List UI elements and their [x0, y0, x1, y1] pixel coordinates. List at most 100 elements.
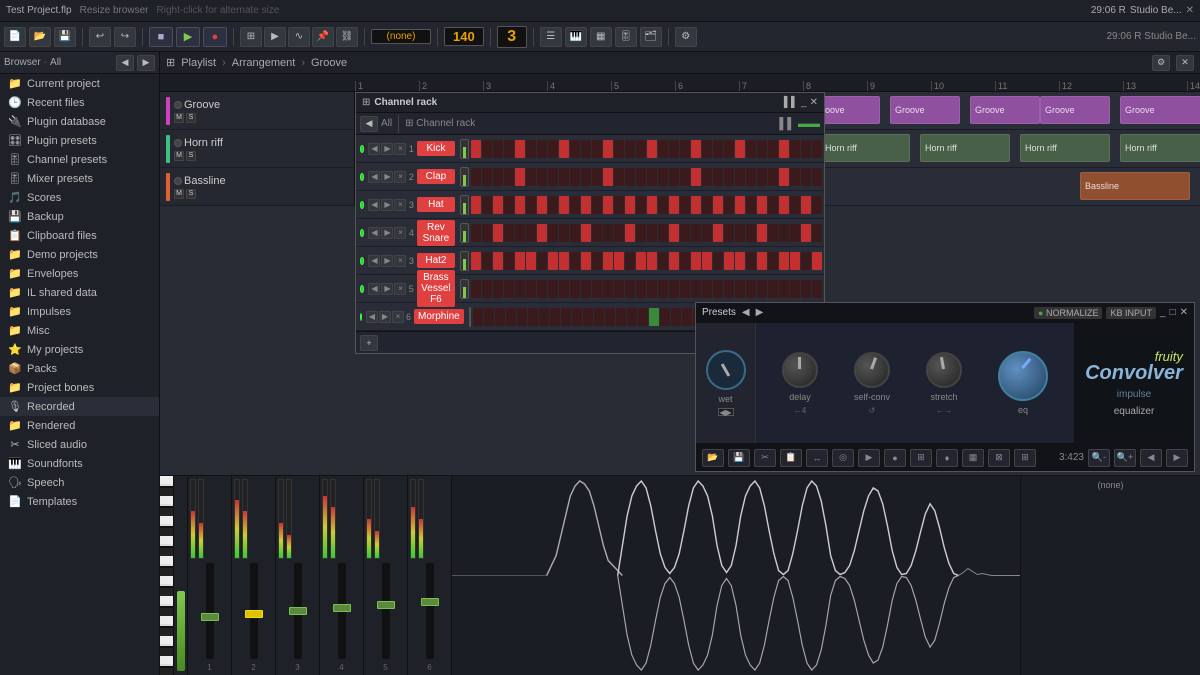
conv-save[interactable]: 💾	[728, 449, 750, 467]
cr-pad[interactable]	[504, 140, 514, 158]
cr-pad[interactable]	[594, 308, 604, 326]
conv-scroll-l[interactable]: ◀	[1140, 449, 1162, 467]
conv-max[interactable]: □	[1170, 307, 1176, 318]
cr-pad[interactable]	[768, 224, 778, 242]
conv-zoom-out[interactable]: 🔍-	[1088, 449, 1110, 467]
tempo-display[interactable]: 140	[444, 27, 484, 46]
cr-btn2[interactable]: ▶	[381, 143, 393, 155]
cr-pad[interactable]	[790, 280, 800, 298]
conv-left-control[interactable]: ◀▶	[718, 408, 734, 416]
sidebar-item-channel-presets[interactable]: 🎚 Channel presets	[0, 150, 159, 169]
cr-pad[interactable]	[746, 252, 756, 270]
time-sig-display[interactable]: 3	[497, 26, 527, 48]
undo-button[interactable]: ↩	[89, 27, 111, 47]
sidebar-item-recorded[interactable]: 🎙 Recorded	[0, 397, 159, 416]
cr-pad[interactable]	[603, 252, 613, 270]
cr-pad[interactable]	[570, 196, 580, 214]
sidebar-item-templates[interactable]: 📄 Templates	[0, 492, 159, 511]
cr-pad[interactable]	[735, 196, 745, 214]
cr-pad[interactable]	[570, 280, 580, 298]
cr-pad[interactable]	[526, 252, 536, 270]
cr-pad[interactable]	[801, 252, 811, 270]
cr-pad[interactable]	[603, 224, 613, 242]
conv-wet-knob[interactable]	[706, 350, 746, 390]
cr-led[interactable]	[360, 285, 364, 293]
cr-pad[interactable]	[482, 140, 492, 158]
cr-pad[interactable]	[482, 252, 492, 270]
cr-pad[interactable]	[636, 140, 646, 158]
cr-pad[interactable]	[682, 308, 692, 326]
sidebar-item-rendered[interactable]: 📁 Rendered	[0, 416, 159, 435]
cr-pad[interactable]	[735, 280, 745, 298]
cr-pad[interactable]	[504, 168, 514, 186]
cr-pad[interactable]	[801, 280, 811, 298]
cr-pad[interactable]	[746, 168, 756, 186]
cr-pad[interactable]	[539, 308, 549, 326]
cr-pad[interactable]	[625, 168, 635, 186]
cr-pad[interactable]	[779, 196, 789, 214]
cr-pad[interactable]	[702, 252, 712, 270]
cr-pad[interactable]	[559, 224, 569, 242]
clip[interactable]: Horn riff	[820, 134, 910, 162]
cr-pad[interactable]	[649, 308, 659, 326]
cr-pad[interactable]	[592, 252, 602, 270]
cr-pad[interactable]	[526, 140, 536, 158]
cr-pad[interactable]	[680, 196, 690, 214]
mix-fader[interactable]	[333, 604, 351, 612]
mix-fader[interactable]	[377, 601, 395, 609]
cr-pad[interactable]	[658, 140, 668, 158]
cr-pad[interactable]	[517, 308, 527, 326]
sidebar-item-sliced-audio[interactable]: ✂ Sliced audio	[0, 435, 159, 454]
browser-prev[interactable]: ◀	[116, 55, 134, 71]
cr-pad[interactable]	[680, 252, 690, 270]
cr-pad[interactable]	[724, 280, 734, 298]
cr-pad[interactable]	[592, 140, 602, 158]
sidebar-item-current-project[interactable]: 📁 Current project	[0, 74, 159, 93]
cr-pad[interactable]	[614, 224, 624, 242]
cr-pad[interactable]	[471, 252, 481, 270]
cr-pad[interactable]	[493, 140, 503, 158]
cr-pad[interactable]	[746, 140, 756, 158]
sidebar-item-packs[interactable]: 📦 Packs	[0, 359, 159, 378]
pattern-curve[interactable]: ∿	[288, 27, 310, 47]
cr-pad[interactable]	[746, 196, 756, 214]
stretch-knob[interactable]	[926, 352, 962, 388]
clip[interactable]: Bassline	[1080, 172, 1190, 200]
cr-pad[interactable]	[592, 196, 602, 214]
clip[interactable]: Horn riff	[920, 134, 1010, 162]
cr-pad[interactable]	[548, 140, 558, 158]
cr-pad[interactable]	[790, 168, 800, 186]
cr-pad[interactable]	[669, 252, 679, 270]
browser-button[interactable]: 🗂	[640, 27, 662, 47]
cr-pad[interactable]	[713, 140, 723, 158]
cr-pad[interactable]	[614, 196, 624, 214]
cr-pad[interactable]	[691, 224, 701, 242]
cr-btn2[interactable]: ▶	[381, 255, 393, 267]
cr-pad[interactable]	[702, 196, 712, 214]
pattern-pin[interactable]: 📌	[312, 27, 334, 47]
cr-btn3[interactable]: ×	[394, 199, 406, 211]
conv-play[interactable]: ▶	[858, 449, 880, 467]
cr-btn1[interactable]: ◀	[368, 227, 380, 239]
cr-pad[interactable]	[581, 140, 591, 158]
cr-pad[interactable]	[493, 224, 503, 242]
cr-pad[interactable]	[702, 168, 712, 186]
cr-pad[interactable]	[658, 252, 668, 270]
cr-pad[interactable]	[812, 280, 822, 298]
cr-pad[interactable]	[526, 280, 536, 298]
cr-pad[interactable]	[691, 252, 701, 270]
cr-pad[interactable]	[724, 196, 734, 214]
open-button[interactable]: 📂	[29, 27, 51, 47]
cr-pad[interactable]	[669, 280, 679, 298]
track-mute[interactable]: M	[174, 189, 184, 199]
cr-pad[interactable]	[581, 196, 591, 214]
sidebar-item-project-bones[interactable]: 📁 Project bones	[0, 378, 159, 397]
cr-pad[interactable]	[550, 308, 560, 326]
cr-minimize[interactable]: _	[801, 97, 807, 108]
cr-btn1[interactable]: ◀	[366, 311, 378, 323]
sidebar-item-clipboard-files[interactable]: 📋 Clipboard files	[0, 226, 159, 245]
selfconv-knob[interactable]	[854, 352, 890, 388]
track-led[interactable]	[174, 177, 182, 185]
cr-pad[interactable]	[625, 196, 635, 214]
cr-pad[interactable]	[506, 308, 516, 326]
